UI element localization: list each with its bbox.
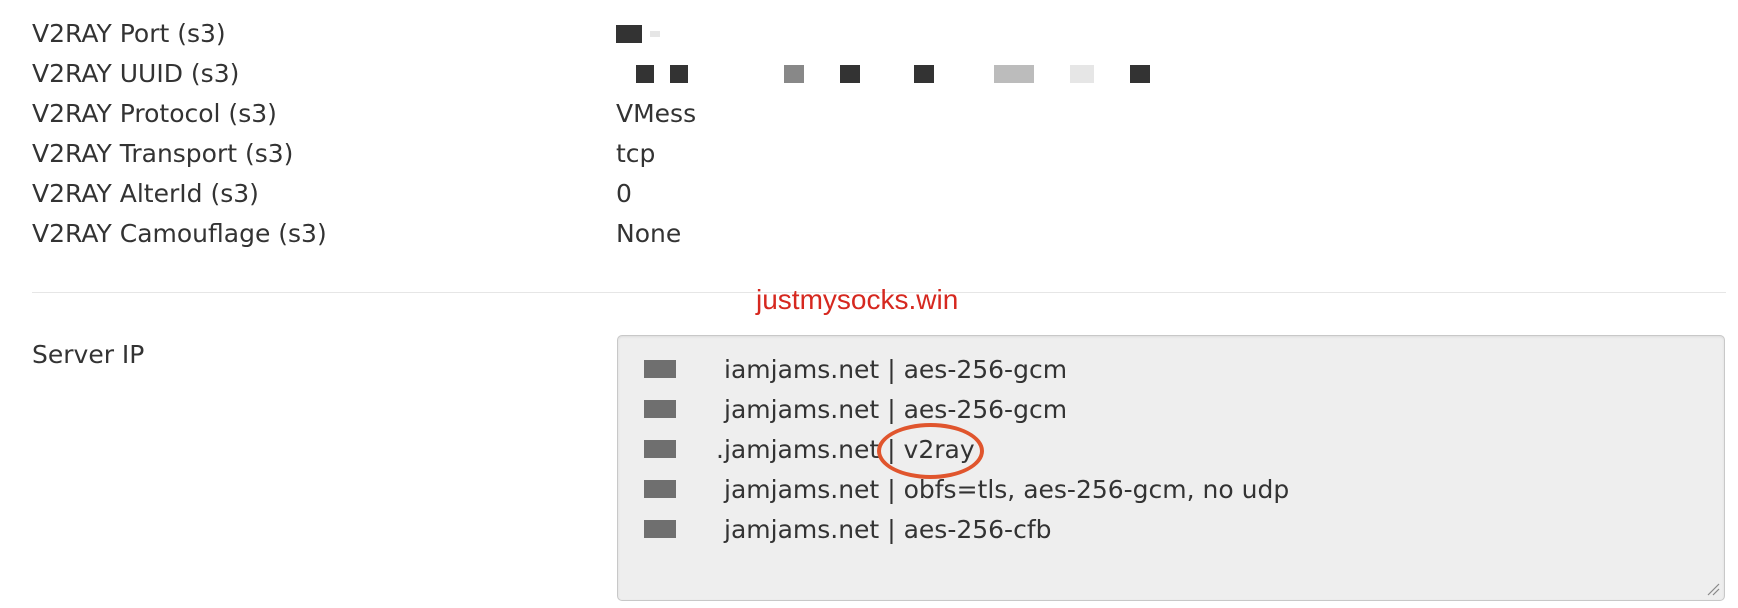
server-host: iamjams.net [724,355,880,384]
server-ip-textarea[interactable]: iamjams.net | aes-256-gcm jamjams.net | … [617,335,1725,601]
server-separator: | [887,355,896,384]
v2ray-port-value-redacted [616,14,660,54]
v2ray-transport-label: V2RAY Transport (s3) [32,139,294,168]
server-detail: aes-256-gcm [903,355,1068,384]
v2ray-uuid-value-redacted [616,54,1150,94]
server-host: jamjams.net [724,395,880,424]
v2ray-uuid-label: V2RAY UUID (s3) [32,59,240,88]
v2ray-info-list: V2RAY Port (s3) V2RAY UUID (s3) V2RAY Pr… [32,14,1232,254]
server-line-5: jamjams.net | aes-256-cfb [644,510,1052,550]
server-detail: aes-256-cfb [903,515,1052,544]
v2ray-alterid-value: 0 [616,179,632,208]
server-host: jamjams.net [724,515,880,544]
v2ray-protocol-row: V2RAY Protocol (s3) VMess [32,94,1232,134]
v2ray-camouflage-value: None [616,219,682,248]
server-line-3: .jamjams.net | v2ray [644,430,975,470]
v2ray-camouflage-label: V2RAY Camouflage (s3) [32,219,327,248]
server-separator: | [887,435,896,464]
watermark-text: justmysocks.win [756,284,959,315]
server-host: jamjams.net [724,475,880,504]
server-separator: | [887,515,896,544]
v2ray-protocol-label: V2RAY Protocol (s3) [32,99,277,128]
server-detail: v2ray [903,435,975,464]
server-host: .jamjams.net [716,435,880,464]
ip-redacted [644,480,676,498]
server-separator: | [887,395,896,424]
ip-redacted [644,360,676,378]
ip-redacted [644,400,676,418]
server-detail: obfs=tls, aes-256-gcm, no udp [903,475,1290,504]
server-line-1: iamjams.net | aes-256-gcm [644,350,1067,390]
v2ray-camouflage-row: V2RAY Camouflage (s3) None [32,214,1232,254]
v2ray-port-row: V2RAY Port (s3) [32,14,1232,54]
v2ray-port-label: V2RAY Port (s3) [32,19,226,48]
server-line-4: jamjams.net | obfs=tls, aes-256-gcm, no … [644,470,1289,510]
v2ray-uuid-row: V2RAY UUID (s3) [32,54,1232,94]
resize-grip-icon[interactable] [1706,582,1720,596]
v2ray-transport-value: tcp [616,139,656,168]
v2ray-transport-row: V2RAY Transport (s3) tcp [32,134,1232,174]
ip-redacted [644,520,676,538]
v2ray-protocol-value: VMess [616,99,697,128]
server-line-2: jamjams.net | aes-256-gcm [644,390,1067,430]
v2ray-alterid-row: V2RAY AlterId (s3) 0 [32,174,1232,214]
server-separator: | [887,475,896,504]
server-detail: aes-256-gcm [903,395,1068,424]
v2ray-alterid-label: V2RAY AlterId (s3) [32,179,259,208]
server-ip-label: Server IP [32,340,145,369]
ip-redacted [644,440,676,458]
